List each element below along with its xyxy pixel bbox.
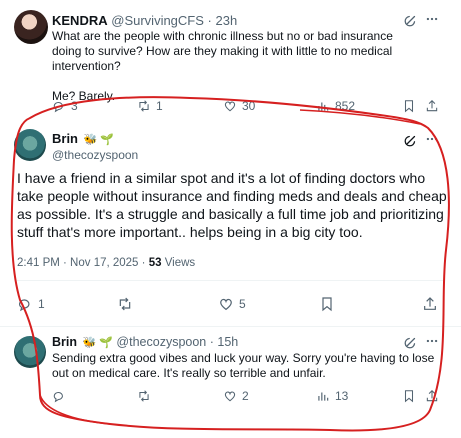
reply-button[interactable]: 1 [17,296,45,312]
repost-button[interactable] [137,389,156,403]
reply-button[interactable] [52,389,71,403]
author-handle[interactable]: @thecozyspoon [116,335,206,349]
reply-icon [53,392,63,403]
tweet-brin-reply[interactable]: Brin 🐝 🌱 @thecozyspoon · 15h Sending ext… [0,326,461,438]
tweet-text: What are the people with chronic illness… [52,29,412,104]
author-name[interactable]: Brin [52,335,77,349]
repost-icon [139,100,149,112]
tweet-paragraph: What are the people with chronic illness… [52,29,393,73]
views-button[interactable]: 13 [316,389,348,403]
tweet-time[interactable]: · 15h [210,335,239,349]
tweet-header: KENDRA @SurvivingCFS · 23h [52,13,237,28]
author-row: Brin 🐝 🌱 [52,131,114,146]
bookmark-button[interactable] [402,389,416,403]
grok-icon[interactable] [404,13,418,27]
like-button[interactable]: 5 [218,296,246,312]
like-count: 30 [242,99,256,113]
share-icon [424,297,436,310]
view-count: 852 [335,99,356,113]
avatar[interactable] [14,10,48,44]
tweet-text: Sending extra good vibes and luck your w… [52,351,435,380]
reply-count: 3 [71,99,78,113]
more-options-icon[interactable] [425,12,439,26]
repost-button[interactable]: 1 [137,99,163,113]
author-name[interactable]: Brin [52,131,78,146]
repost-icon [119,297,131,311]
profile-badges: 🐝 🌱 [82,337,113,349]
like-count: 2 [242,389,249,403]
tweet-kendra[interactable]: KENDRA @SurvivingCFS · 23h What are the … [0,0,461,118]
heart-icon [220,298,232,311]
share-icon [426,390,438,402]
repost-count: 1 [156,99,163,113]
repost-icon [139,390,149,402]
grok-icon[interactable] [404,133,418,147]
tweet-meta: 2:41 PM · Nov 17, 2025 · 53 Views [17,257,195,269]
grok-icon[interactable] [404,335,418,349]
reply-count: 1 [38,297,45,311]
view-count: 13 [335,389,349,403]
like-button[interactable]: 2 [223,389,249,403]
tweet-text: I have a friend in a similar spot and it… [17,170,447,240]
author-handle[interactable]: @SurvivingCFS [111,13,204,28]
author-handle[interactable]: @thecozyspoon [52,148,138,162]
more-options-icon[interactable] [425,132,439,146]
divider [17,280,444,281]
more-options-icon[interactable] [425,334,439,348]
profile-badges: 🐝 🌱 [83,134,115,146]
repost-button[interactable] [117,296,138,312]
tweet-timestamp[interactable]: 2:41 PM · Nov 17, 2025 · [17,257,145,269]
view-count: 53 [148,257,162,269]
reply-icon [19,299,30,312]
bookmark-icon [322,297,332,312]
bookmark-button[interactable] [402,99,416,113]
tweet-header: Brin 🐝 🌱 @thecozyspoon · 15h [52,335,238,349]
heart-icon [224,391,236,402]
views-label: Views [164,257,196,269]
share-icon [426,100,438,112]
bookmark-icon [404,100,414,113]
tweet-time[interactable]: · 23h [208,13,238,28]
analytics-icon [318,392,329,401]
tweet-brin-focused: Brin 🐝 🌱 @thecozyspoon I have a friend i… [0,118,461,326]
share-button[interactable] [425,389,439,403]
analytics-icon [318,102,329,111]
bookmark-icon [404,390,414,403]
bookmark-button[interactable] [319,296,335,312]
like-button[interactable]: 30 [223,99,255,113]
heart-icon [224,101,236,112]
reply-button[interactable]: 3 [52,99,78,113]
like-count: 5 [239,297,246,311]
avatar[interactable] [14,129,46,161]
share-button[interactable] [422,296,438,312]
views-button[interactable]: 852 [316,99,355,113]
avatar[interactable] [14,336,46,368]
share-button[interactable] [425,99,439,113]
author-name[interactable]: KENDRA [52,13,108,28]
reply-icon [53,102,63,113]
